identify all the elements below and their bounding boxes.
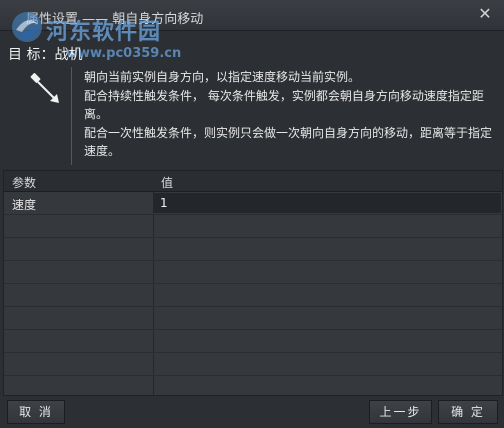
empty-row — [4, 215, 502, 238]
description: 朝向当前实例自身方向，以指定速度移动当前实例。 配合持续性触发条件， 每次条件触… — [84, 68, 494, 161]
move-arrow-icon — [30, 73, 59, 103]
description-divider — [71, 67, 72, 165]
header-param: 参数 — [12, 176, 37, 190]
parameter-table: 参数 值 速度 1 — [3, 170, 503, 396]
empty-row — [4, 330, 502, 353]
description-line: 配合持续性触发条件， 每次条件触发，实例都会朝自身方向移动速度指定距离。 — [84, 88, 484, 122]
empty-row — [4, 307, 502, 330]
table-row[interactable]: 速度 1 — [4, 192, 502, 215]
watermark-url: www.pc0359.cn — [66, 46, 182, 61]
empty-row — [4, 238, 502, 261]
param-name: 速度 — [12, 198, 37, 212]
empty-row — [4, 261, 502, 284]
param-value-field[interactable]: 1 — [154, 193, 501, 213]
empty-row — [4, 284, 502, 307]
title-bar: 属性设置 —— 朝自身方向移动 ✕ — [0, 0, 504, 31]
ok-button[interactable]: 确 定 — [438, 400, 498, 424]
prev-step-button[interactable]: 上一步 — [369, 400, 432, 424]
param-value: 1 — [160, 196, 168, 210]
description-line: 配合一次性触发条件，则实例只会做一次朝向自身方向的移动，距离等于指定速度。 — [84, 125, 493, 159]
empty-row — [4, 353, 502, 376]
cancel-button[interactable]: 取 消 — [7, 400, 65, 424]
target-label: 目 标：战机 — [8, 47, 83, 63]
window-title: 属性设置 —— 朝自身方向移动 — [26, 12, 204, 27]
description-line: 朝向当前实例自身方向，以指定速度移动当前实例。 — [84, 70, 361, 84]
close-icon[interactable]: ✕ — [474, 3, 496, 25]
table-header: 参数 值 — [4, 171, 502, 192]
header-value: 值 — [161, 176, 174, 190]
empty-row — [4, 376, 502, 395]
